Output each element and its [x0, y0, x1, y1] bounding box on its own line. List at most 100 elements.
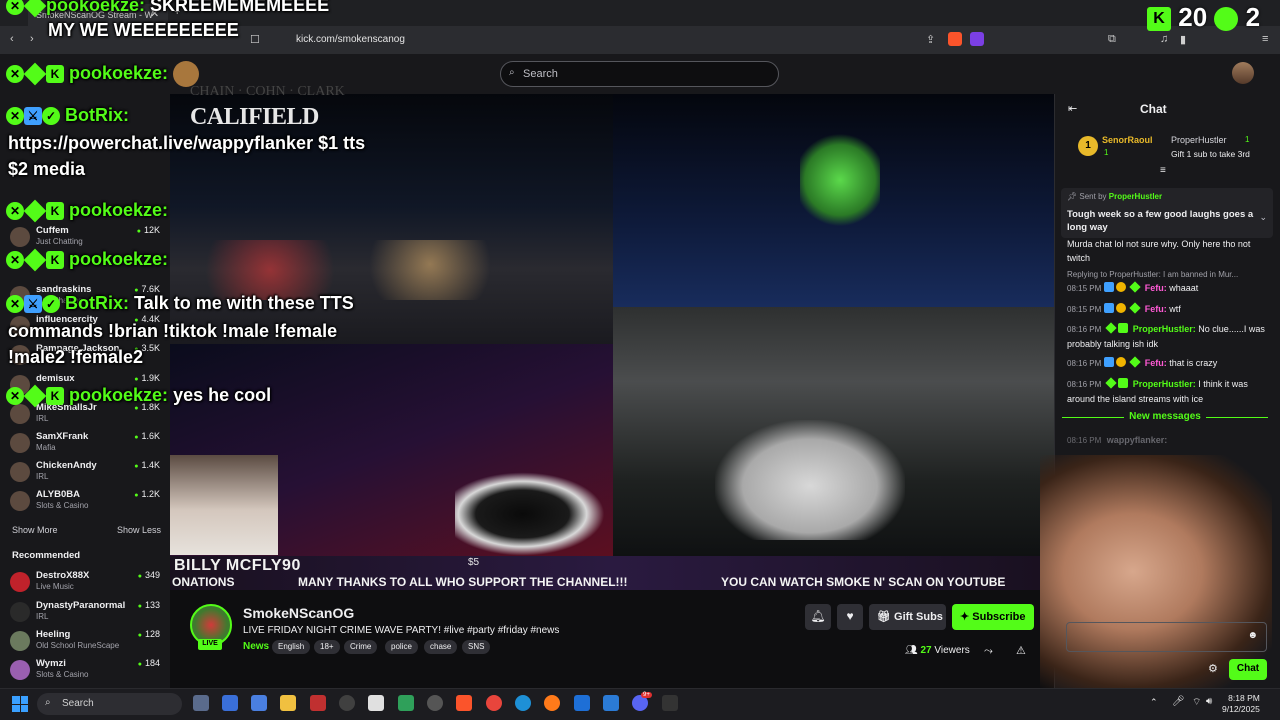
channel-name: Heeling [36, 629, 71, 640]
tag-sns[interactable]: SNS [462, 640, 491, 654]
bell-icon: 🔔︎ [810, 609, 826, 623]
sidebar-channel[interactable]: DynastyParanormal IRL 133 [10, 599, 162, 627]
url-field[interactable]: kick.com/smokenscanog [270, 31, 970, 49]
notification-bell-button[interactable]: 🔔︎ [805, 604, 831, 630]
viewer-count: 1.9K [134, 373, 160, 383]
pinned-message[interactable]: 📌︎ Sent by ProperHustler Tough week so a… [1061, 188, 1273, 238]
sidebar-channel[interactable]: Wymzi Slots & Casino 184 [10, 657, 162, 685]
overlay-chat-line: ✕ K pookoekze: yes he cool [6, 384, 271, 408]
chat-input[interactable]: ☻ [1066, 622, 1267, 652]
app-icon[interactable] [251, 695, 267, 711]
bot-badge-icon: ⚔ [24, 107, 42, 126]
channel-name[interactable]: SmokeNScanOG [243, 605, 354, 621]
app-icon[interactable] [427, 695, 443, 711]
rewards-icon[interactable] [970, 32, 984, 46]
chrome-icon[interactable] [486, 695, 502, 711]
chevron-down-icon[interactable]: ⌄ [1259, 212, 1267, 223]
microphone-icon[interactable]: 🎤︎ [1172, 696, 1185, 707]
stream-category[interactable]: News [243, 641, 269, 652]
tag-crime[interactable]: Crime [344, 640, 378, 654]
califield-logo: CALIFIELD [190, 104, 319, 130]
chat-username[interactable]: ProperHustler: [1133, 324, 1196, 334]
tag-chase[interactable]: chase [424, 640, 458, 654]
edge-icon[interactable] [515, 695, 531, 711]
windows-start-icon[interactable] [12, 696, 28, 712]
gift-leader-name[interactable]: ProperHustler [1171, 135, 1227, 145]
app-icon[interactable] [310, 695, 326, 711]
system-clock[interactable]: 8:18 PM 9/12/2025 [1222, 693, 1260, 715]
chevron-up-icon[interactable]: ⌃ [1150, 697, 1158, 708]
brave-browser-icon[interactable] [456, 695, 472, 711]
overlay-username: pookoekze: [69, 249, 169, 269]
tag-english[interactable]: English [272, 640, 311, 654]
sidebar-channel[interactable]: SamXFrank Mafia 1.6K [10, 430, 162, 458]
wifi-icon[interactable]: ⌔ [1192, 696, 1201, 709]
taskview-icon[interactable] [193, 695, 209, 711]
share-icon[interactable]: ⇪ [926, 33, 935, 46]
app-icon[interactable] [574, 695, 590, 711]
app-icon[interactable] [368, 695, 384, 711]
file-explorer-icon[interactable] [280, 695, 296, 711]
chat-username[interactable]: Fefu: [1145, 304, 1167, 314]
bot-badge-icon: ⚔ [24, 295, 42, 314]
search-input[interactable]: ⌕ Search [500, 61, 779, 87]
gift-subs-button[interactable]: 🎁︎ Gift Subs [869, 604, 946, 630]
collapse-chat-icon[interactable]: ⇤ [1068, 102, 1077, 115]
chat-username[interactable]: ProperHustler: [1133, 379, 1196, 389]
follow-heart-button[interactable]: ♥ [837, 604, 863, 630]
clock-date: 9/12/2025 [1222, 704, 1260, 714]
sent-by-label: Sent by [1079, 192, 1107, 201]
channel-avatar [10, 491, 30, 511]
teddy-emote-icon [173, 61, 200, 87]
pinned-sent-by: 📌︎ Sent by ProperHustler [1067, 192, 1163, 201]
vscode-icon[interactable] [603, 695, 619, 711]
sidebar-toggle-icon[interactable]: ▮ [1180, 33, 1186, 46]
volume-icon[interactable]: 🔊︎ [1206, 696, 1212, 707]
sidebar-channel[interactable]: DestroX88X Live Music 349 [10, 569, 162, 597]
badge-icon [1116, 282, 1127, 292]
diamond-badge-icon [23, 199, 47, 223]
sidebar-channel[interactable]: Heeling Old School RuneScape 128 [10, 628, 162, 656]
gear-icon[interactable]: ⚙ [1208, 662, 1218, 675]
chat-username[interactable]: Fefu: [1145, 358, 1167, 368]
app-icon[interactable] [222, 695, 238, 711]
chat-message-text: that is crazy [1169, 358, 1218, 368]
send-chat-button[interactable]: Chat [1229, 659, 1267, 680]
report-icon[interactable]: ⚠ [1016, 644, 1026, 657]
bookmark-icon[interactable]: ☐ [250, 33, 260, 46]
menu-icon[interactable]: ≡ [1262, 33, 1268, 45]
expand-icon[interactable]: ≡ [1160, 165, 1166, 176]
app-icon[interactable] [339, 695, 355, 711]
sidebar-channel[interactable]: ALYB0BA Slots & Casino 1.2K [10, 488, 162, 516]
chat-username[interactable]: Fefu: [1145, 283, 1167, 293]
back-icon[interactable]: ‹ [10, 33, 14, 45]
chat-username[interactable]: wappyflanker: [1107, 435, 1168, 445]
chat-message: 08:16 PM ProperHustler: I think it was a… [1067, 377, 1267, 406]
emote-icon[interactable]: ☻ [1247, 630, 1258, 641]
top-gifter-name[interactable]: SenorRaoul [1102, 135, 1153, 145]
search-placeholder: Search [523, 68, 558, 80]
music-icon[interactable]: ♫ [1160, 33, 1168, 45]
overlay-username: pookoekze: [69, 385, 169, 405]
chat-message: 08:15 PM Fefu: wtf [1067, 302, 1267, 317]
chat-timestamp: 08:16 PM [1067, 325, 1102, 334]
show-less-link[interactable]: Show Less [117, 525, 161, 535]
sidebar-channel[interactable]: ChickenAndy IRL 1.4K [10, 459, 162, 487]
tag-18plus[interactable]: 18+ [314, 640, 340, 654]
app-icon[interactable] [662, 695, 678, 711]
firefox-icon[interactable] [544, 695, 560, 711]
brave-shield-icon[interactable] [948, 32, 962, 46]
user-avatar[interactable] [1232, 62, 1254, 84]
chat-message: 08:16 PM Fefu: that is crazy [1067, 356, 1267, 371]
tag-police[interactable]: police [385, 640, 418, 654]
show-more-link[interactable]: Show More [12, 525, 58, 535]
share-icon[interactable]: ⤳ [984, 645, 993, 658]
forward-icon[interactable]: › [30, 33, 34, 45]
taskbar-search[interactable]: ⌕ Search [37, 693, 182, 715]
sidebar-channel[interactable]: Cuffem Just Chatting 12K [10, 224, 162, 252]
subscribe-button[interactable]: ✦ Subscribe [952, 604, 1034, 630]
gift-prompt[interactable]: Gift 1 sub to take 3rd [1171, 149, 1250, 159]
app-icon[interactable] [398, 695, 414, 711]
donation-amount: $5 [468, 557, 480, 568]
extensions-icon[interactable]: ⧉ [1108, 33, 1116, 46]
